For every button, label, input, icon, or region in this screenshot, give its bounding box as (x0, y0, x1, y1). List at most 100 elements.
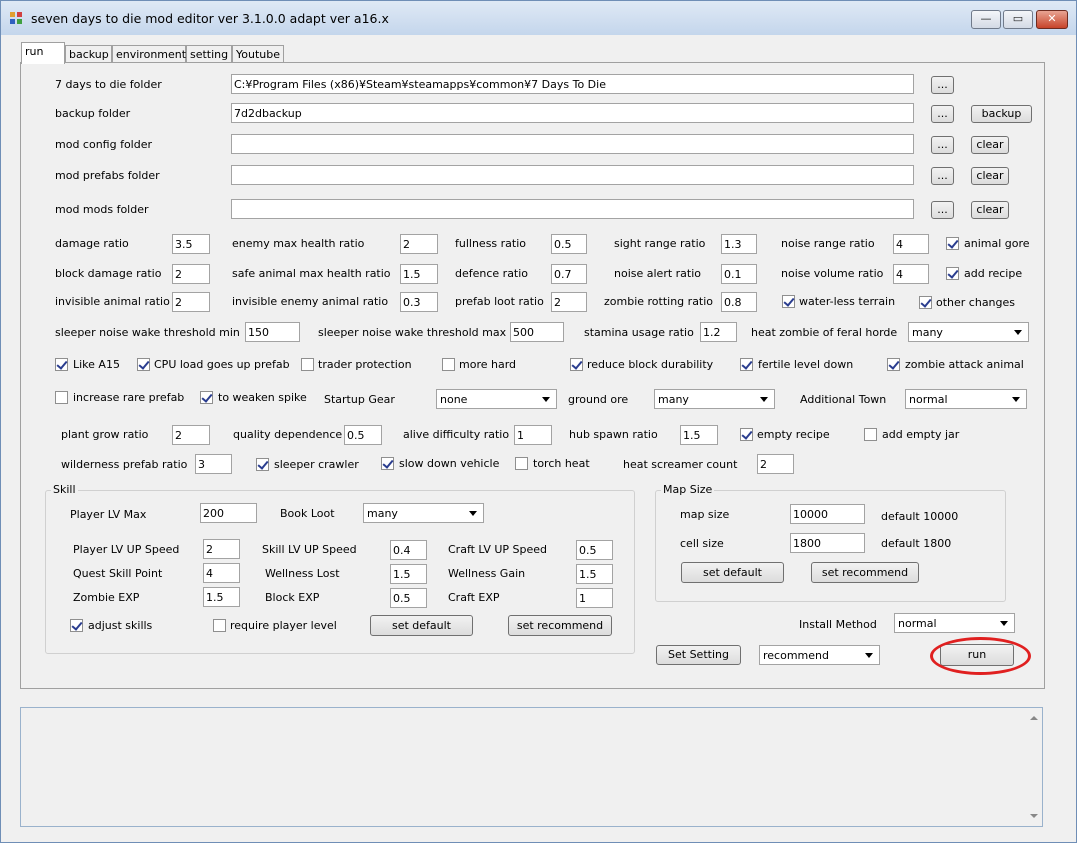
browse-backup-folder-button[interactable]: ... (931, 105, 954, 123)
set-setting-button[interactable]: Set Setting (656, 645, 741, 665)
increase-rare-prefab-checkbox[interactable] (55, 391, 68, 404)
damage-ratio-field[interactable]: 3.5 (172, 234, 210, 254)
noise-alert-ratio-field[interactable]: 0.1 (721, 264, 757, 284)
enemy-max-health-ratio-field[interactable]: 2 (400, 234, 438, 254)
sleeper-max-field[interactable]: 500 (510, 322, 564, 342)
stamina-usage-ratio-field[interactable]: 1.2 (700, 322, 737, 342)
cell-size-field[interactable]: 1800 (790, 533, 865, 553)
mod-mods-folder-field[interactable] (231, 199, 914, 219)
zombie-rotting-ratio-field[interactable]: 0.8 (721, 292, 757, 312)
weaken-spike-checkbox[interactable] (200, 391, 213, 404)
browse-prefabs-folder-button[interactable]: ... (931, 167, 954, 185)
tab-run[interactable]: run (21, 42, 65, 64)
animal-gore-checkbox[interactable] (946, 237, 959, 250)
log-scrollbar[interactable] (1025, 708, 1042, 826)
setting-preset-select[interactable]: recommend (759, 645, 880, 665)
title-bar[interactable]: seven days to die mod editor ver 3.1.0.0… (1, 1, 1076, 35)
invisible-enemy-animal-ratio-field[interactable]: 0.3 (400, 292, 438, 312)
skill-set-default-button[interactable]: set default (370, 615, 473, 636)
chevron-down-icon (1014, 330, 1022, 335)
require-player-level-checkbox[interactable] (213, 619, 226, 632)
clear-config-button[interactable]: clear (971, 136, 1009, 154)
craft-lv-up-speed-field[interactable]: 0.5 (576, 540, 613, 560)
quality-dependence-field[interactable]: 0.5 (344, 425, 382, 445)
noise-range-ratio-field[interactable]: 4 (893, 234, 929, 254)
player-lv-max-field[interactable]: 200 (200, 503, 257, 523)
backup-button[interactable]: backup (971, 105, 1032, 123)
player-lv-up-speed-field[interactable]: 2 (203, 539, 240, 559)
sight-range-ratio-field[interactable]: 1.3 (721, 234, 757, 254)
map-set-default-button[interactable]: set default (681, 562, 784, 583)
wilderness-prefab-ratio-field[interactable]: 3 (195, 454, 232, 474)
prefab-loot-ratio-field[interactable]: 2 (551, 292, 587, 312)
block-damage-ratio-field[interactable]: 2 (172, 264, 210, 284)
mod-prefabs-folder-field[interactable] (231, 165, 914, 185)
safe-animal-max-health-ratio-field[interactable]: 1.5 (400, 264, 438, 284)
other-changes-checkbox[interactable] (919, 296, 932, 309)
cpu-load-checkbox[interactable] (137, 358, 150, 371)
fertile-level-down-checkbox[interactable] (740, 358, 753, 371)
quest-skill-point-field[interactable]: 4 (203, 563, 240, 583)
tab-setting[interactable]: setting (186, 45, 232, 63)
plant-grow-ratio-field[interactable]: 2 (172, 425, 210, 445)
backup-folder-field[interactable]: 7d2dbackup (231, 103, 914, 123)
folder-label: backup folder (55, 107, 131, 120)
skill-set-recommend-button[interactable]: set recommend (508, 615, 612, 636)
empty-recipe-checkbox[interactable] (740, 428, 753, 441)
more-hard-checkbox[interactable] (442, 358, 455, 371)
hub-spawn-ratio-field[interactable]: 1.5 (680, 425, 718, 445)
add-empty-jar-checkbox[interactable] (864, 428, 877, 441)
sleeper-min-field[interactable]: 150 (245, 322, 300, 342)
maximize-button[interactable]: ▭ (1003, 10, 1033, 29)
ground-ore-select[interactable]: many (654, 389, 775, 409)
mod-config-folder-field[interactable] (231, 134, 914, 154)
like-a15-checkbox[interactable] (55, 358, 68, 371)
noise-range-ratio-label: noise range ratio (781, 237, 875, 250)
browse-game-folder-button[interactable]: ... (931, 76, 954, 94)
select-value: many (658, 393, 689, 406)
block-exp-label: Block EXP (265, 591, 320, 604)
skill-lv-up-speed-field[interactable]: 0.4 (390, 540, 427, 560)
zombie-attack-animal-checkbox[interactable] (887, 358, 900, 371)
browse-mods-folder-button[interactable]: ... (931, 201, 954, 219)
install-method-select[interactable]: normal (894, 613, 1015, 633)
craft-exp-field[interactable]: 1 (576, 588, 613, 608)
clear-prefabs-button[interactable]: clear (971, 167, 1009, 185)
water-less-terrain-checkbox[interactable] (782, 295, 795, 308)
clear-mods-button[interactable]: clear (971, 201, 1009, 219)
book-loot-select[interactable]: many (363, 503, 484, 523)
wellness-gain-field[interactable]: 1.5 (576, 564, 613, 584)
add-recipe-checkbox[interactable] (946, 267, 959, 280)
heat-screamer-count-field[interactable]: 2 (757, 454, 794, 474)
log-output-area[interactable] (20, 707, 1043, 827)
alive-difficulty-ratio-field[interactable]: 1 (514, 425, 552, 445)
map-size-field[interactable]: 10000 (790, 504, 865, 524)
water-less-terrain-label: water-less terrain (799, 295, 896, 308)
torch-heat-checkbox[interactable] (515, 457, 528, 470)
slow-down-vehicle-checkbox[interactable] (381, 457, 394, 470)
app-icon (10, 12, 24, 24)
tab-environment[interactable]: environment (112, 45, 186, 63)
trader-protection-checkbox[interactable] (301, 358, 314, 371)
minimize-button[interactable]: — (971, 10, 1001, 29)
close-button[interactable]: ✕ (1036, 10, 1068, 29)
block-exp-field[interactable]: 0.5 (390, 588, 427, 608)
fullness-ratio-field[interactable]: 0.5 (551, 234, 587, 254)
zombie-exp-field[interactable]: 1.5 (203, 587, 240, 607)
additional-town-select[interactable]: normal (905, 389, 1027, 409)
noise-volume-ratio-field[interactable]: 4 (893, 264, 929, 284)
tab-backup[interactable]: backup (65, 45, 112, 63)
startup-gear-select[interactable]: none (436, 389, 557, 409)
reduce-block-durability-checkbox[interactable] (570, 358, 583, 371)
invisible-animal-ratio-field[interactable]: 2 (172, 292, 210, 312)
game-folder-field[interactable]: C:¥Program Files (x86)¥Steam¥steamapps¥c… (231, 74, 914, 94)
browse-config-folder-button[interactable]: ... (931, 136, 954, 154)
tab-youtube[interactable]: Youtube (232, 45, 284, 63)
map-set-recommend-button[interactable]: set recommend (811, 562, 919, 583)
defence-ratio-field[interactable]: 0.7 (551, 264, 587, 284)
wellness-lost-field[interactable]: 1.5 (390, 564, 427, 584)
heat-zombie-select[interactable]: many (908, 322, 1029, 342)
startup-gear-label: Startup Gear (324, 393, 395, 406)
adjust-skills-checkbox[interactable] (70, 619, 83, 632)
sleeper-crawler-checkbox[interactable] (256, 458, 269, 471)
